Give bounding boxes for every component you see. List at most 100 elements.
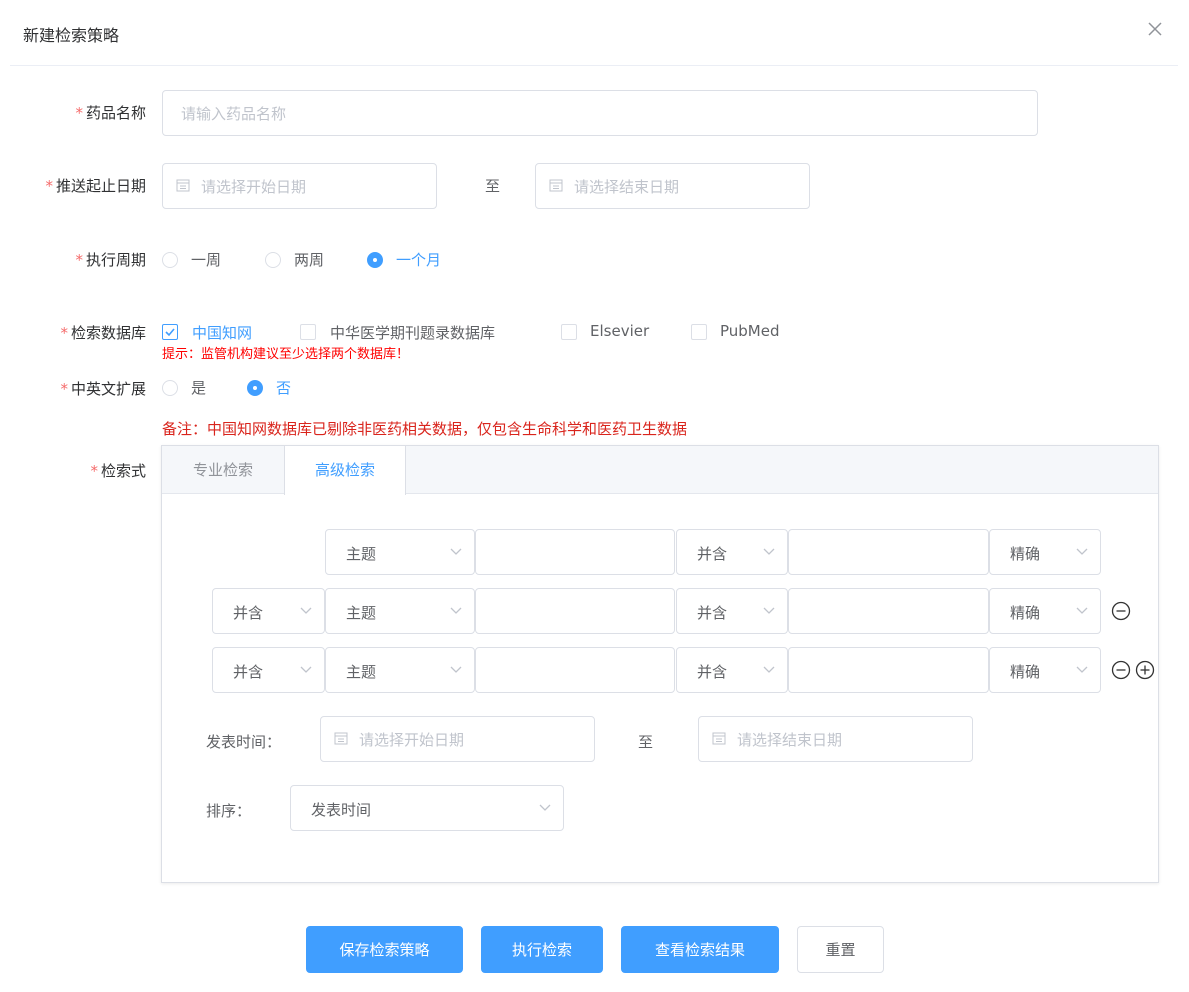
calendar-icon xyxy=(334,732,348,745)
checkbox-cma-label[interactable]: 中华医学期刊题录数据库 xyxy=(330,322,495,343)
chevron-down-icon xyxy=(450,548,462,555)
header-divider xyxy=(10,65,1178,66)
radio-expansion-no[interactable] xyxy=(247,380,263,396)
checkbox-cnki[interactable] xyxy=(162,324,178,340)
row3-op-value: 并含 xyxy=(697,663,728,681)
cnki-note: 备注：中国知网数据库已剔除非医药相关数据，仅包含生命科学和医药卫生数据 xyxy=(162,420,688,438)
row3-keyword-input[interactable] xyxy=(475,647,675,693)
row2-logic-value: 并含 xyxy=(233,604,264,622)
chevron-down-icon xyxy=(1076,548,1088,555)
row2-field-select[interactable]: 主题 xyxy=(325,588,475,634)
start-date-placeholder: 请选择开始日期 xyxy=(201,178,307,196)
tab-advanced-search[interactable]: 高级检索 xyxy=(284,446,406,495)
calendar-icon xyxy=(712,732,726,745)
pub-end-placeholder: 请选择结束日期 xyxy=(737,731,843,749)
row1-field-value: 主题 xyxy=(346,545,377,563)
minus-circle-icon[interactable] xyxy=(1111,601,1131,621)
chevron-down-icon xyxy=(763,666,775,673)
checkbox-cnki-label[interactable]: 中国知网 xyxy=(192,322,252,343)
radio-expansion-yes[interactable] xyxy=(162,380,178,396)
row3-field-select[interactable]: 主题 xyxy=(325,647,475,693)
end-date-placeholder: 请选择结束日期 xyxy=(574,178,680,196)
sort-value: 发表时间 xyxy=(311,801,372,819)
chevron-down-icon xyxy=(1076,666,1088,673)
chevron-down-icon xyxy=(300,666,312,673)
row3-match-select[interactable]: 精确 xyxy=(989,647,1101,693)
row1-keyword2-input[interactable] xyxy=(788,529,989,575)
radio-expansion-no-label[interactable]: 否 xyxy=(276,377,291,398)
row2-op-value: 并含 xyxy=(697,604,728,622)
reset-button[interactable]: 重置 xyxy=(797,926,884,973)
close-icon[interactable] xyxy=(1146,20,1164,38)
row3-field-value: 主题 xyxy=(346,663,377,681)
view-results-button[interactable]: 查看检索结果 xyxy=(621,926,779,973)
radio-expansion-yes-label[interactable]: 是 xyxy=(191,377,206,398)
push-dates-label: * 推送起止日期 xyxy=(45,177,146,195)
query-panel: 专业检索 高级检索 主题 并含 精确 并含 主题 并含 精确 并含 主题 并含 … xyxy=(161,445,1159,883)
chevron-down-icon xyxy=(539,804,551,811)
save-strategy-button[interactable]: 保存检索策略 xyxy=(306,926,463,973)
minus-circle-icon[interactable] xyxy=(1111,660,1131,680)
radio-monthly[interactable] xyxy=(367,252,383,268)
checkbox-cma[interactable] xyxy=(300,324,316,340)
expansion-label: * 中英文扩展 xyxy=(60,380,146,398)
chevron-down-icon xyxy=(450,666,462,673)
row1-keyword-input[interactable] xyxy=(475,529,675,575)
query-tabbar: 专业检索 高级检索 xyxy=(162,446,1158,495)
database-hint: 提示：监管机构建议至少选择两个数据库！ xyxy=(162,347,410,362)
radio-biweekly[interactable] xyxy=(265,252,281,268)
push-start-date[interactable]: 请选择开始日期 xyxy=(162,163,437,209)
check-icon xyxy=(165,328,175,337)
pub-start-date[interactable]: 请选择开始日期 xyxy=(320,716,595,762)
execute-search-button[interactable]: 执行检索 xyxy=(481,926,603,973)
row3-op-select[interactable]: 并含 xyxy=(676,647,788,693)
row1-field-select[interactable]: 主题 xyxy=(325,529,475,575)
chevron-down-icon xyxy=(763,607,775,614)
row2-match-value: 精确 xyxy=(1010,604,1041,622)
row1-op-select[interactable]: 并含 xyxy=(676,529,788,575)
row2-match-select[interactable]: 精确 xyxy=(989,588,1101,634)
row3-match-value: 精确 xyxy=(1010,663,1041,681)
chevron-down-icon xyxy=(1076,607,1088,614)
drug-name-input[interactable]: 请输入药品名称 xyxy=(162,90,1038,136)
radio-weekly[interactable] xyxy=(162,252,178,268)
calendar-icon xyxy=(549,179,563,192)
plus-circle-icon[interactable] xyxy=(1135,660,1155,680)
row1-op-value: 并含 xyxy=(697,545,728,563)
row3-logic-select[interactable]: 并含 xyxy=(212,647,325,693)
row2-keyword2-input[interactable] xyxy=(788,588,989,634)
checkbox-elsevier-label[interactable]: Elsevier xyxy=(590,322,649,340)
row3-logic-value: 并含 xyxy=(233,663,264,681)
dialog-title: 新建检索策略 xyxy=(23,26,120,45)
checkbox-pubmed-label[interactable]: PubMed xyxy=(720,322,780,340)
pub-end-date[interactable]: 请选择结束日期 xyxy=(698,716,973,762)
radio-weekly-label[interactable]: 一周 xyxy=(191,249,221,270)
pub-start-placeholder: 请选择开始日期 xyxy=(359,731,465,749)
cycle-label: * 执行周期 xyxy=(75,251,146,269)
sort-label: 排序： xyxy=(206,802,252,820)
row2-op-select[interactable]: 并含 xyxy=(676,588,788,634)
row1-match-value: 精确 xyxy=(1010,545,1041,563)
sort-select[interactable]: 发表时间 xyxy=(290,785,564,831)
date-separator: 至 xyxy=(485,177,501,195)
radio-monthly-label[interactable]: 一个月 xyxy=(396,249,441,270)
radio-biweekly-label[interactable]: 两周 xyxy=(294,249,324,270)
chevron-down-icon xyxy=(450,607,462,614)
checkbox-pubmed[interactable] xyxy=(691,324,707,340)
calendar-icon xyxy=(176,179,190,192)
drug-name-placeholder: 请输入药品名称 xyxy=(181,105,287,123)
chevron-down-icon xyxy=(300,607,312,614)
row2-field-value: 主题 xyxy=(346,604,377,622)
query-label: * 检索式 xyxy=(90,462,146,480)
row2-keyword-input[interactable] xyxy=(475,588,675,634)
row1-match-select[interactable]: 精确 xyxy=(989,529,1101,575)
row2-logic-select[interactable]: 并含 xyxy=(212,588,325,634)
chevron-down-icon xyxy=(763,548,775,555)
databases-label: * 检索数据库 xyxy=(60,324,146,342)
checkbox-elsevier[interactable] xyxy=(561,324,577,340)
push-end-date[interactable]: 请选择结束日期 xyxy=(535,163,810,209)
drug-name-label: * 药品名称 xyxy=(75,104,146,122)
row3-keyword2-input[interactable] xyxy=(788,647,989,693)
tab-professional-search[interactable]: 专业检索 xyxy=(162,446,284,494)
pub-date-separator: 至 xyxy=(638,733,654,751)
